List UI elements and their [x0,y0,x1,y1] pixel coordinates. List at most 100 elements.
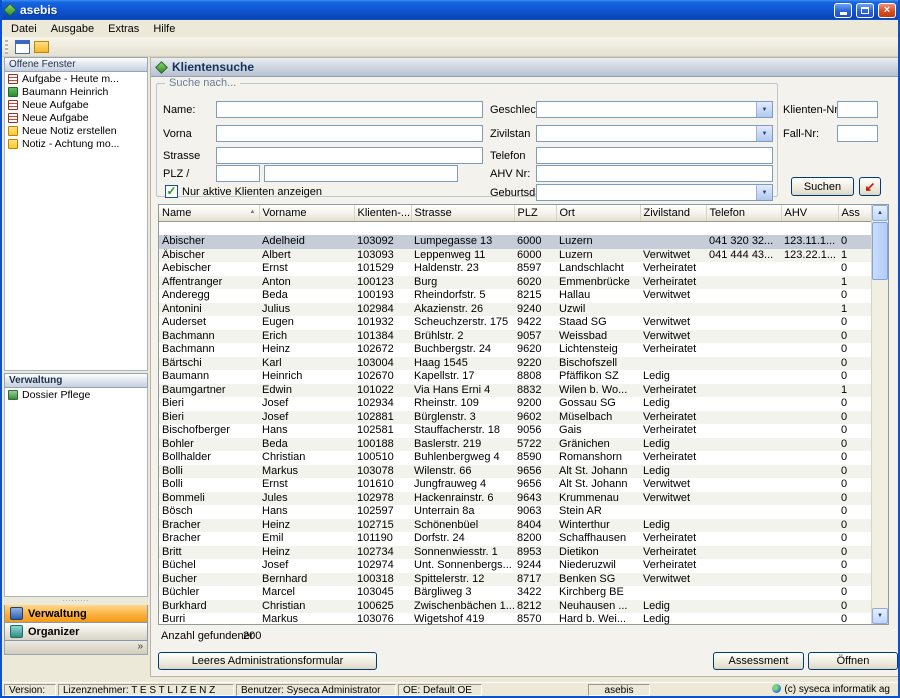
table-row[interactable]: AffentrangerAnton100123Burg6020Emmenbrüc… [159,276,872,290]
name-input[interactable] [216,101,483,118]
table-row[interactable]: BohlerBeda100188Baslerstr. 2195722Gränic… [159,438,872,452]
sidebar-item[interactable]: Aufgabe - Heute m... [5,72,147,85]
toolbar [2,37,898,57]
titlebar[interactable]: asebis × [0,0,900,20]
table-row[interactable]: BolliMarkus103078Wilenstr. 669656Alt St.… [159,465,872,479]
menu-hilfe[interactable]: Hilfe [146,22,182,36]
sidebar-item[interactable]: Dossier Pflege [5,388,147,401]
scroll-up-icon[interactable]: ▲ [872,205,888,221]
ahv-input[interactable] [536,165,773,182]
chevron-down-icon[interactable]: ▼ [756,126,772,141]
sidebar-item[interactable]: Notiz - Achtung mo... [5,137,147,150]
column-header-ass[interactable]: Ass [838,205,872,221]
table-row[interactable]: BieriJosef102881Bürglenstr. 39602Müselba… [159,411,872,425]
nav-verwaltung[interactable]: Verwaltung [4,605,148,623]
table-row[interactable]: BaumannHeinrich102670Kapellstr. 178808Pf… [159,370,872,384]
column-label: PLZ [518,207,538,219]
geburtsdatum-select[interactable]: ▼ [536,184,773,201]
column-header-plz[interactable]: PLZ [514,205,556,221]
table-row[interactable]: BrittHeinz102734Sonnenwiesstr. 18953Diet… [159,546,872,560]
aktive-klienten-checkbox[interactable]: ✓ [165,185,178,198]
strasse-input[interactable] [216,147,483,164]
table-row[interactable]: BurkhardChristian100625Zwischenbächen 1.… [159,600,872,614]
chevron-down-icon[interactable]: ▼ [756,102,772,117]
vorname-input[interactable] [216,125,483,142]
table-row[interactable]: BolliErnst101610Jungfrauweg 49656Alt St.… [159,478,872,492]
table-row[interactable]: ÄbischerAlbert103093Leppenweg 116000Luze… [159,249,872,263]
table-row[interactable]: AudersetEugen101932Scheuchzerstr. 175942… [159,316,872,330]
toolbar-grip[interactable] [5,40,8,54]
cell-ahv [781,397,838,411]
table-row[interactable]: ÄbischerAdelheid103092Lumpegasse 136000L… [159,235,872,249]
cell-zivilstand: Verwitwet [640,316,706,330]
sidebar-item[interactable]: Baumann Heinrich [5,85,147,98]
table-row[interactable]: BommeliJules102978Hackenrainstr. 69643Kr… [159,492,872,506]
vertical-scrollbar[interactable]: ▲ ▼ [871,205,888,624]
column-header-zivilstand[interactable]: Zivilstand [640,205,706,221]
table-row[interactable]: BracherHeinz102715Schönenbüel8404Wintert… [159,519,872,533]
cell-telefon [706,600,781,614]
menu-ausgabe[interactable]: Ausgabe [44,22,101,36]
sidebar-item[interactable]: Neue Aufgabe [5,98,147,111]
table-row[interactable]: BärtschiKarl103004Haag 15459220Bischofsz… [159,357,872,371]
table-row[interactable]: BachmannHeinz102672Buchbergstr. 249620Li… [159,343,872,357]
zivilstand-select[interactable]: ▼ [536,125,773,142]
fall-nr-input[interactable] [837,125,878,142]
plz-input[interactable] [216,165,260,182]
nav-organizer[interactable]: Organizer [4,623,148,641]
oeffnen-button[interactable]: Öffnen [808,652,898,670]
table-row[interactable]: BachmannErich101384Brühlstr. 29057Weissb… [159,330,872,344]
geschlecht-select[interactable]: ▼ [536,101,773,118]
klienten-nr-input[interactable] [837,101,878,118]
open-folder-icon[interactable] [34,41,49,53]
cell-name: Bösch [159,505,259,519]
table-row[interactable]: BieriJosef102934Rheinstr. 1099200Gossau … [159,397,872,411]
table-row[interactable]: BüchlerMarcel103045Bärgliweg 33422Kirchb… [159,586,872,600]
clear-search-button[interactable]: ↙ [859,177,881,196]
table-row[interactable]: AntoniniJulius102984Akazienstr. 269240Uz… [159,303,872,317]
column-header-vorname[interactable]: Vorname [259,205,354,221]
panel-caption-verwaltung[interactable]: Verwaltung [4,373,148,388]
minimize-button[interactable] [834,3,852,18]
suchen-button[interactable]: Suchen [791,177,854,196]
table-row[interactable]: BaumgartnerEdwin101022Via Hans Erni 4883… [159,384,872,398]
table-row[interactable]: BollhalderChristian100510Buhlenbergweg 4… [159,451,872,465]
menu-datei[interactable]: Datei [4,22,44,36]
column-header-strasse[interactable]: Strasse [411,205,514,221]
table-row[interactable]: BöschHans102597Unterrain 8a9063Stein AR0 [159,505,872,519]
cell-strasse: Baslerstr. 219 [411,438,514,452]
cell-strasse: Unterrain 8a [411,505,514,519]
sidebar-item[interactable]: Neue Aufgabe [5,111,147,124]
scrollbar-thumb[interactable] [872,222,888,280]
column-header-klienten_nr[interactable]: Klienten-... [354,205,411,221]
sidebar-item[interactable]: Neue Notiz erstellen [5,124,147,137]
scroll-down-icon[interactable]: ▼ [872,608,888,624]
table-row[interactable]: AebischerErnst101529Haldenstr. 238597Lan… [159,262,872,276]
cell-name: Bachmann [159,343,259,357]
column-header-name[interactable]: Name▲ [159,205,259,221]
assessment-button[interactable]: Assessment [713,652,804,670]
cell-klienten_nr: 102984 [354,303,411,317]
status-licensee: Lizenznehmer: T E S T L I Z E N Z [58,684,234,696]
table-row[interactable]: BucherBernhard100318Spittelerstr. 128717… [159,573,872,587]
table-row[interactable]: BurriMarkus103076Wigetshof 4198570Hard b… [159,613,872,627]
plz-ort-input[interactable] [264,165,458,182]
menu-extras[interactable]: Extras [101,22,146,36]
column-header-telefon[interactable]: Telefon [706,205,781,221]
sidebar-splitter[interactable]: ......... [4,597,148,605]
cell-name: Bracher [159,532,259,546]
leeres-administrationsformular-button[interactable]: Leeres Administrationsformular [158,652,377,670]
table-row[interactable]: BüchelJosef102974Unt. Sonnenbergs...9244… [159,559,872,573]
chevron-down-icon[interactable]: ▼ [756,185,772,200]
panel-caption-offene-fenster[interactable]: Offene Fenster [4,57,148,72]
column-header-ahv[interactable]: AHV [781,205,838,221]
sidebar-overflow-bar[interactable]: » [4,641,148,655]
maximize-button[interactable] [856,3,874,18]
table-row[interactable]: BracherEmil101190Dorfstr. 248200Schaffha… [159,532,872,546]
table-row[interactable]: BischofbergerHans102581Stauffacherstr. 1… [159,424,872,438]
column-header-ort[interactable]: Ort [556,205,640,221]
table-row[interactable]: AndereggBeda100193Rheindorfstr. 58215Hal… [159,289,872,303]
telefon-input[interactable] [536,147,773,164]
new-form-icon[interactable] [15,40,30,54]
close-button[interactable]: × [878,3,896,18]
